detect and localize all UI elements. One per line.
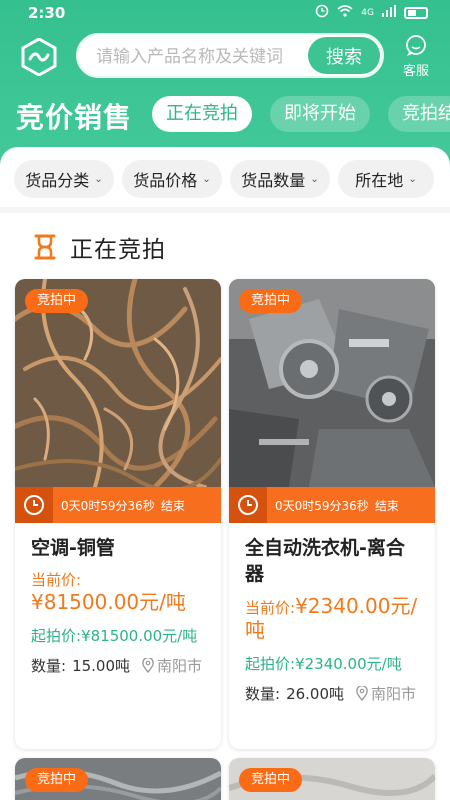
status-bar: 2:30 4G [0, 0, 450, 28]
filter-location[interactable]: 所在地 ⌄ [338, 160, 434, 198]
search-bar: 搜索 [76, 33, 384, 78]
chevron-down-icon: ⌄ [310, 173, 319, 185]
filter-quantity[interactable]: 货品数量 ⌄ [230, 160, 330, 198]
search-button[interactable]: 搜索 [308, 37, 380, 74]
countdown-suffix: 结束 [374, 498, 399, 513]
page-title: 竞价销售 [16, 101, 133, 134]
chevron-down-icon: ⌄ [202, 173, 211, 185]
card-body: 全自动洗衣机-离合器 当前价:¥2340.00元/吨 起拍价:¥2340.00元… [229, 523, 435, 714]
current-price-value: ¥81500.00元/吨 [31, 590, 186, 614]
filter-price[interactable]: 货品价格 ⌄ [122, 160, 222, 198]
status-badge: 竞拍中 [239, 289, 303, 313]
countdown-suffix: 结束 [160, 498, 185, 513]
app-logo-icon [20, 37, 58, 77]
search-input[interactable] [96, 45, 301, 69]
section-title: 正在竞拍 [70, 237, 166, 263]
meta-row: 数量: 26.00吨 南阳市 [245, 683, 419, 704]
product-name: 全自动洗衣机-离合器 [245, 537, 405, 585]
status-icons: 4G [315, 4, 428, 21]
current-price: 当前价: ¥81500.00元/吨 [31, 569, 205, 615]
quantity-label: 数量: [31, 657, 67, 675]
quantity-label: 数量: [245, 685, 281, 703]
clock-icon [15, 487, 53, 523]
chat-icon [406, 35, 426, 56]
tab-ended[interactable]: 竞拍结 [388, 96, 450, 132]
tab-ongoing[interactable]: 正在竞拍 [152, 96, 252, 132]
location-text: 南阳市 [371, 685, 417, 703]
product-card[interactable]: 竞拍中 [229, 758, 435, 800]
title-row: 竞价销售 正在竞拍 即将开始 竞拍结 [0, 92, 450, 136]
start-price-label: 起拍价: [31, 627, 82, 645]
product-card[interactable]: 竞拍中 0天0时59分36秒 结束 空调-铜管 当前价: ¥81500.00元/… [15, 279, 221, 749]
hourglass-icon [34, 234, 56, 260]
start-price: 起拍价:¥81500.00元/吨 [31, 625, 205, 647]
location: 南阳市 [142, 655, 202, 676]
current-price: 当前价:¥2340.00元/吨 [245, 595, 419, 643]
divider [0, 207, 450, 213]
status-badge: 竞拍中 [239, 768, 303, 792]
customer-service-label: 客服 [402, 64, 429, 79]
tab-upcoming[interactable]: 即将开始 [270, 96, 370, 132]
meta-row: 数量: 15.00吨 南阳市 [31, 655, 205, 676]
filter-category[interactable]: 货品分类 ⌄ [14, 160, 114, 198]
product-card[interactable]: 竞拍中 [15, 758, 221, 800]
start-price-value: ¥81500.00元/吨 [81, 627, 198, 645]
location: 南阳市 [356, 683, 416, 704]
current-price-label: 当前价: [31, 571, 82, 589]
countdown-bar: 0天0时59分36秒 结束 [15, 487, 221, 523]
card-body: 空调-铜管 当前价: ¥81500.00元/吨 起拍价:¥81500.00元/吨… [15, 523, 221, 686]
location-pin-icon [356, 686, 368, 701]
start-price: 起拍价:¥2340.00元/吨 [245, 653, 419, 675]
location-pin-icon [142, 658, 154, 673]
alarm-icon [315, 4, 329, 21]
battery-icon [404, 6, 428, 19]
filter-row: 货品分类 ⌄ 货品价格 ⌄ 货品数量 ⌄ 所在地 ⌄ [0, 160, 450, 200]
product-card[interactable]: 竞拍中 0天0时59分36秒 结束 全自动洗衣机-离合器 当前价:¥2340.0… [229, 279, 435, 749]
clock-icon [229, 487, 267, 523]
product-name: 空调-铜管 [31, 537, 115, 559]
quantity-value: 26.00吨 [286, 685, 345, 703]
countdown-text: 0天0时59分36秒 [61, 498, 155, 513]
current-price-label: 当前价: [245, 599, 296, 617]
countdown-text: 0天0时59分36秒 [275, 498, 369, 513]
status-time: 2:30 [28, 4, 66, 22]
status-badge: 竞拍中 [25, 768, 89, 792]
status-badge: 竞拍中 [25, 289, 89, 313]
countdown-bar: 0天0时59分36秒 结束 [229, 487, 435, 523]
filter-quantity-label: 货品数量 [241, 171, 306, 190]
wifi-icon [337, 5, 353, 20]
chevron-down-icon: ⌄ [408, 173, 417, 185]
product-image: 竞拍中 [229, 758, 435, 800]
header: 2:30 4G 搜索 客服 [0, 0, 450, 165]
filter-category-label: 货品分类 [25, 171, 90, 190]
quantity-value: 15.00吨 [72, 657, 131, 675]
start-price-value: ¥2340.00元/吨 [295, 655, 402, 673]
product-image: 竞拍中 [15, 758, 221, 800]
customer-service-button[interactable]: 客服 [396, 35, 436, 79]
location-text: 南阳市 [157, 657, 203, 675]
start-price-label: 起拍价: [245, 655, 296, 673]
signal-icon [382, 5, 396, 20]
product-image: 竞拍中 [229, 279, 435, 487]
filter-location-label: 所在地 [355, 171, 404, 190]
chevron-down-icon: ⌄ [94, 173, 103, 185]
product-image: 竞拍中 [15, 279, 221, 493]
section-header: 正在竞拍 [32, 230, 166, 264]
filter-price-label: 货品价格 [133, 171, 198, 190]
network-label: 4G [361, 7, 374, 18]
